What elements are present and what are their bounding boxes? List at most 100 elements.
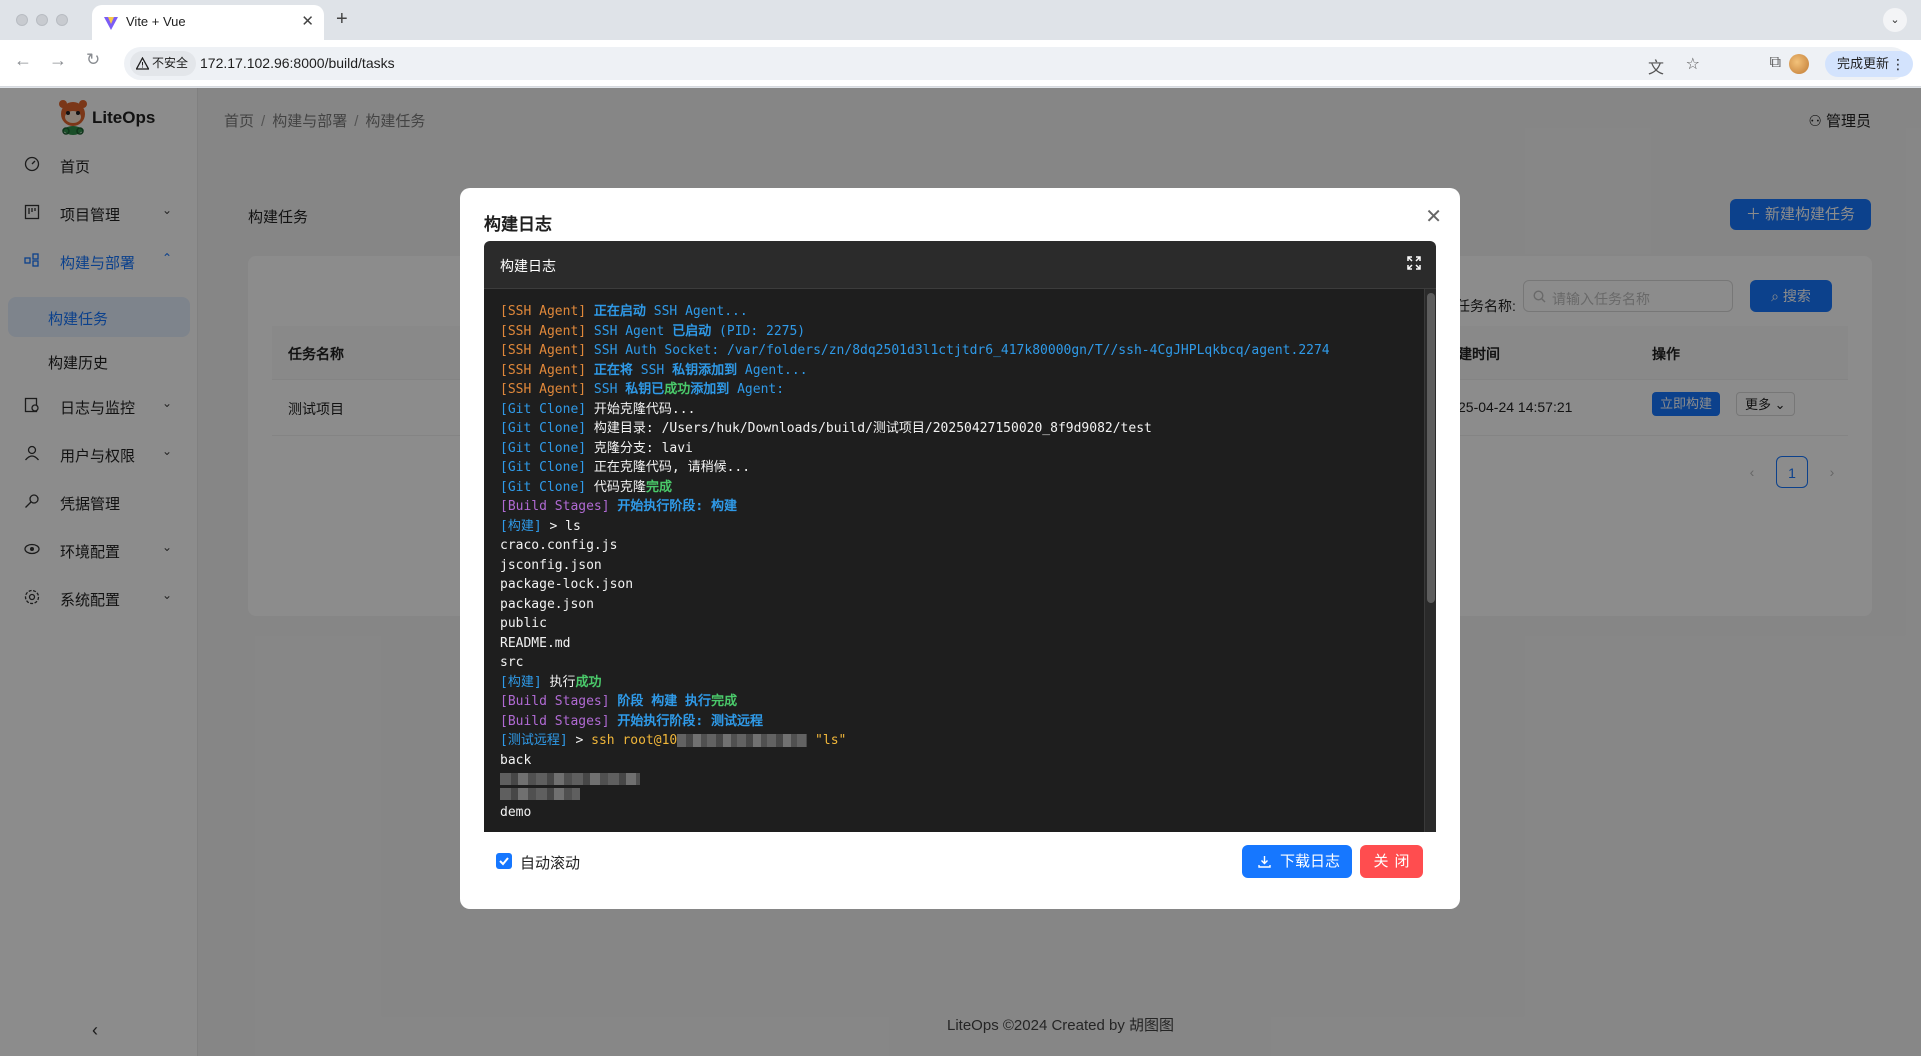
log-segment: [SSH Agent] <box>500 323 594 339</box>
log-segment: 成功 <box>664 382 691 397</box>
vite-favicon-icon <box>104 17 118 30</box>
log-output[interactable]: [SSH Agent] 正在启动 SSH Agent... [SSH Agent]… <box>484 289 1436 832</box>
log-line: [SSH Agent] 正在启动 SSH Agent... <box>500 302 1330 322</box>
log-line: [SSH Agent] SSH 私钥已成功添加到 Agent: <box>500 380 1330 400</box>
log-line: [测试远程] > ssh root@10 "ls" <box>500 731 1330 751</box>
log-segment: [SSH Agent] <box>500 382 594 397</box>
window-close-dot[interactable] <box>16 14 28 26</box>
download-log-button[interactable]: 下载日志 <box>1242 845 1352 878</box>
log-segment: jsconfig.json <box>500 557 602 573</box>
log-lines: [SSH Agent] 正在启动 SSH Agent... [SSH Agent]… <box>500 302 1330 823</box>
log-line: package.json <box>500 595 1330 615</box>
translate-icon[interactable]: 文 <box>1648 54 1664 78</box>
log-scrollbar-thumb[interactable] <box>1427 293 1435 603</box>
log-segment: > ls <box>549 518 581 534</box>
log-line: [Git Clone] 构建目录: /Users/huk/Downloads/b… <box>500 419 1330 439</box>
auto-scroll-checkbox[interactable] <box>496 853 512 869</box>
log-segment: [Git Clone] <box>500 460 594 475</box>
log-segment: [Build Stages] <box>500 713 618 729</box>
bookmark-star-icon[interactable]: ☆ <box>1686 54 1700 74</box>
log-line: [构建] 执行成功 <box>500 673 1330 693</box>
log-segment: SSH Agent... <box>645 304 748 319</box>
log-segment: Agent: <box>729 382 785 397</box>
log-line: [SSH Agent] SSH Agent 已启动 (PID: 2275) <box>500 322 1330 342</box>
log-segment: [Build Stages] <box>500 499 618 514</box>
auto-scroll-label[interactable]: 自动滚动 <box>520 852 580 873</box>
log-segment: > <box>575 733 592 748</box>
log-segment: package-lock.json <box>500 577 634 592</box>
log-line: public <box>500 614 1330 634</box>
log-segment: 添加到 <box>690 382 730 397</box>
window-maximize-dot[interactable] <box>56 14 68 26</box>
log-segment: [Git Clone] <box>500 401 594 417</box>
back-icon[interactable]: ← <box>14 50 32 71</box>
extensions-icon[interactable]: ⧉ <box>1770 54 1781 72</box>
tab-title: Vite + Vue <box>126 14 186 29</box>
reload-icon[interactable]: ↻ <box>86 50 100 70</box>
url-text[interactable]: 172.17.102.96:8000/build/tasks <box>200 55 395 71</box>
window-minimize-dot[interactable] <box>36 14 48 26</box>
log-segment: 克隆分支: lavi <box>593 440 693 456</box>
log-segment: 构建目录: /Users/huk/Downloads/build/测试项目/20… <box>593 421 1152 436</box>
log-segment: public <box>500 616 547 631</box>
log-segment: SSH <box>632 362 673 378</box>
log-segment: 执行 <box>549 674 576 690</box>
log-segment: (PID: 2275) <box>711 323 806 339</box>
log-segment: SSH Auth Socket: /var/folders/zn/8dq2501… <box>593 343 1330 358</box>
download-icon <box>1258 856 1271 868</box>
log-segment: [构建] <box>500 674 550 690</box>
redacted-host <box>677 734 808 747</box>
log-line: [Build Stages] 阶段 构建 执行完成 <box>500 692 1330 712</box>
update-label: 完成更新 <box>1836 56 1889 71</box>
log-segment: [Build Stages] <box>500 694 618 709</box>
log-segment: [SSH Agent] <box>500 362 594 378</box>
log-line: [构建] > ls <box>500 517 1330 537</box>
address-bar[interactable]: 不安全 172.17.102.96:8000/build/tasks 文 ☆ <box>124 47 1908 80</box>
log-segment: ssh root@10 <box>591 733 678 748</box>
build-log-modal: 构建日志 ✕ 构建日志 [SSH Agent] 正在启动 SSH Agent..… <box>460 188 1460 909</box>
download-log-label: 下载日志 <box>1280 853 1341 870</box>
log-scrollbar[interactable] <box>1424 289 1436 832</box>
browser-tab-bar: Vite + Vue ✕ + ⌄ <box>0 0 1921 40</box>
log-line: [Build Stages] 开始执行阶段: 测试远程 <box>500 712 1330 732</box>
close-modal-button[interactable]: 关闭 <box>1360 845 1423 878</box>
log-segment: 已启动 <box>672 323 712 339</box>
browser-tab[interactable]: Vite + Vue ✕ <box>92 5 324 40</box>
profile-avatar[interactable] <box>1789 54 1809 74</box>
log-segment: SSH <box>593 382 626 397</box>
forward-icon[interactable]: → <box>49 50 67 71</box>
log-line: jsconfig.json <box>500 556 1330 576</box>
tab-search-icon[interactable]: ⌄ <box>1883 8 1907 32</box>
log-segment: demo <box>500 805 532 820</box>
browser-toolbar: ← → ↻ 不安全 172.17.102.96:8000/build/tasks… <box>0 40 1921 87</box>
update-button[interactable]: 完成更新 ⋮ <box>1824 51 1913 77</box>
log-segment: [SSH Agent] <box>500 304 594 319</box>
close-icon[interactable]: ✕ <box>1425 204 1442 229</box>
log-line: [Git Clone] 正在克隆代码, 请稍候... <box>500 458 1330 478</box>
tab-close-icon[interactable]: ✕ <box>301 12 314 30</box>
log-line <box>500 773 1330 785</box>
log-segment: 正在克隆代码, 请稍候... <box>593 460 751 475</box>
log-segment: README.md <box>500 635 571 651</box>
security-chip[interactable]: 不安全 <box>130 51 197 76</box>
log-segment: src <box>500 655 524 670</box>
modal-title: 构建日志 <box>484 215 552 234</box>
log-segment: 开始执行阶段: 测试远程 <box>617 713 764 729</box>
log-segment: 私钥已 <box>625 382 665 397</box>
new-tab-button[interactable]: + <box>336 8 348 31</box>
log-segment: Agent... <box>737 362 808 378</box>
fullscreen-icon[interactable] <box>1406 255 1422 271</box>
log-line: craco.config.js <box>500 536 1330 556</box>
security-label: 不安全 <box>152 56 189 70</box>
log-line: [Git Clone] 克隆分支: lavi <box>500 439 1330 459</box>
log-segment: "ls" <box>807 733 847 748</box>
redacted-block <box>500 788 580 800</box>
more-menu-icon: ⋮ <box>1891 56 1905 72</box>
log-line <box>500 788 1330 800</box>
log-line: README.md <box>500 634 1330 654</box>
log-line: package-lock.json <box>500 575 1330 595</box>
log-line: [SSH Agent] SSH Auth Socket: /var/folder… <box>500 341 1330 361</box>
log-line: [Git Clone] 代码克隆完成 <box>500 478 1330 498</box>
redacted-block <box>500 773 640 785</box>
log-segment: craco.config.js <box>500 538 618 553</box>
